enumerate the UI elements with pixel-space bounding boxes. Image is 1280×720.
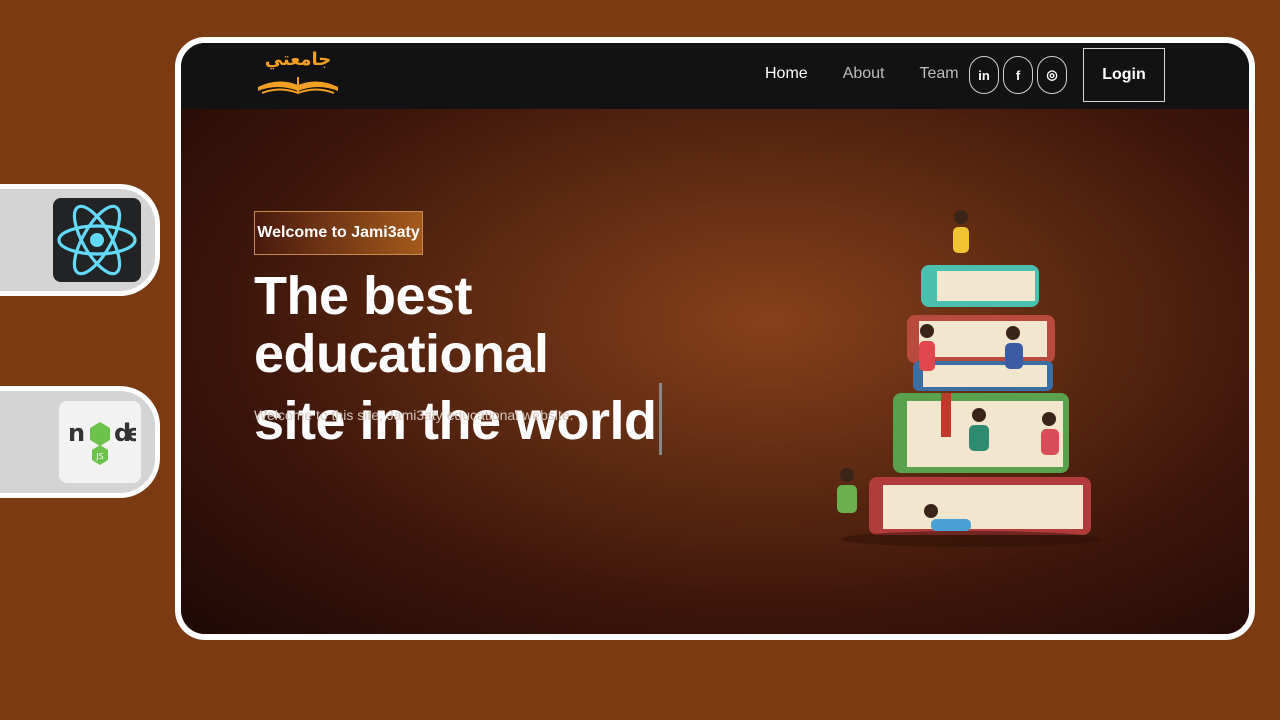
nodejs-logo-icon: n n d e JS [59,401,141,483]
welcome-tag: Welcome to Jami3aty [254,211,423,255]
nav-links: Home About Team [765,65,959,83]
svg-text:JS: JS [95,452,103,461]
svg-text:n: n [68,419,85,447]
nodejs-badge: n n d e JS [0,386,160,498]
typing-caret [658,383,662,455]
site-logo[interactable]: جامعتي [253,49,343,105]
linkedin-icon[interactable]: in [969,56,999,94]
nav-team-link[interactable]: Team [920,65,959,83]
hero-subtitle: Welcome to this site, Jami3aty education… [254,407,574,423]
react-badge [0,184,160,296]
hero-section: Welcome to Jami3aty The best educational… [181,109,1249,634]
nav-about-link[interactable]: About [843,65,885,83]
react-logo-icon [53,198,141,282]
instagram-icon[interactable]: ◎ [1037,56,1067,94]
hero-title: The best educational site in the world [254,267,774,455]
svg-text:e: e [126,419,136,447]
open-book-icon [258,77,338,95]
navbar: جامعتي Home About Team in f ◎ Login [181,43,1249,109]
login-button[interactable]: Login [1083,48,1165,102]
facebook-icon[interactable]: f [1003,56,1033,94]
nav-home-link[interactable]: Home [765,65,808,83]
hero-title-line1: The best educational [254,266,549,384]
website-frame: جامعتي Home About Team in f ◎ Login Welc… [175,37,1255,640]
social-links: in f ◎ [969,56,1067,94]
students-on-books-illustration [837,210,1101,547]
logo-text: جامعتي [264,49,332,70]
